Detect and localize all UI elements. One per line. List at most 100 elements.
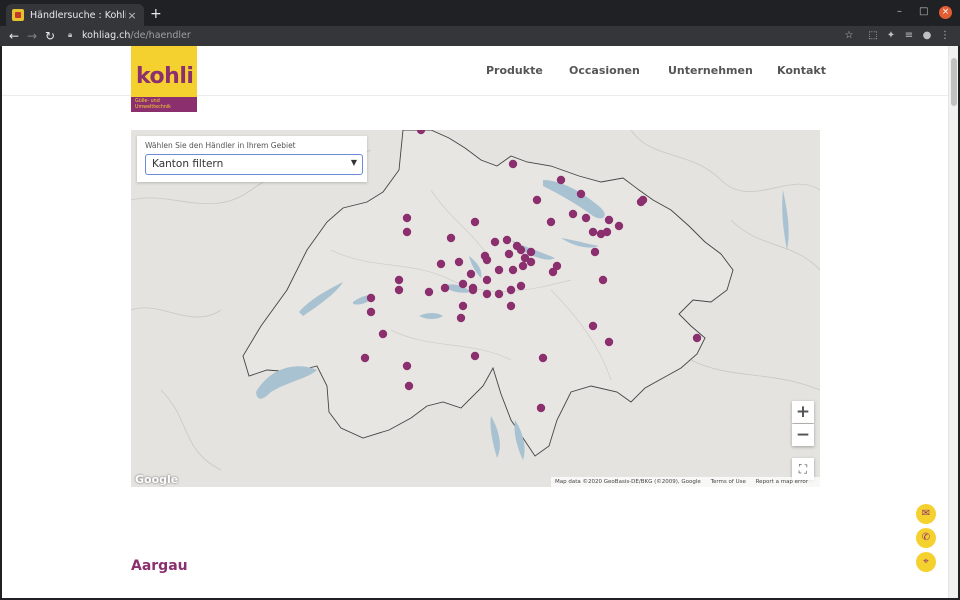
dealer-marker[interactable] bbox=[402, 361, 412, 371]
dealer-marker[interactable] bbox=[440, 283, 450, 293]
tab-title: Händlersuche : Kohli AG bbox=[30, 9, 126, 21]
new-tab-button[interactable]: + bbox=[150, 6, 162, 22]
dealer-marker[interactable] bbox=[506, 285, 516, 295]
dealer-marker[interactable] bbox=[532, 195, 542, 205]
nav-produkte[interactable]: Produkte bbox=[486, 64, 543, 77]
bookmark-star-icon[interactable]: ☆ bbox=[842, 29, 856, 43]
nav-occasionen[interactable]: Occasionen bbox=[569, 64, 640, 77]
dealer-marker[interactable] bbox=[458, 279, 468, 289]
nav-unternehmen[interactable]: Unternehmen bbox=[668, 64, 753, 77]
forward-icon[interactable]: → bbox=[24, 28, 40, 44]
dealer-marker[interactable] bbox=[394, 285, 404, 295]
screenshot-icon[interactable]: ⬚ bbox=[866, 29, 880, 43]
maximize-button[interactable]: □ bbox=[919, 6, 928, 17]
url-text: kohliag.ch/de/haendler bbox=[82, 30, 191, 41]
mail-icon[interactable]: ✉ bbox=[916, 504, 936, 524]
dealer-marker[interactable] bbox=[536, 403, 546, 413]
logo-word: kohli bbox=[136, 64, 194, 89]
dealer-marker[interactable] bbox=[588, 321, 598, 331]
media-icon[interactable]: ≡ bbox=[902, 29, 916, 43]
dealer-marker[interactable] bbox=[516, 281, 526, 291]
dealer-marker[interactable] bbox=[576, 189, 586, 199]
phone-icon[interactable]: ✆ bbox=[916, 528, 936, 548]
address-bar[interactable]: 🔒︎ kohliag.ch/de/haendler bbox=[62, 28, 862, 44]
dealer-marker[interactable] bbox=[366, 293, 376, 303]
browser-tab[interactable]: Händlersuche : Kohli AG × bbox=[6, 4, 144, 26]
dealer-marker[interactable] bbox=[508, 159, 518, 169]
reload-icon[interactable]: ↻ bbox=[42, 28, 58, 44]
dealer-marker[interactable] bbox=[458, 301, 468, 311]
dealer-marker[interactable] bbox=[456, 313, 466, 323]
dealer-marker[interactable] bbox=[588, 227, 598, 237]
dealer-marker[interactable] bbox=[402, 213, 412, 223]
dealer-marker[interactable] bbox=[404, 381, 414, 391]
dealer-marker[interactable] bbox=[402, 227, 412, 237]
dealer-marker[interactable] bbox=[468, 285, 478, 295]
dealer-marker[interactable] bbox=[556, 175, 566, 185]
window-close-button[interactable]: × bbox=[939, 6, 952, 19]
dealer-marker[interactable] bbox=[518, 261, 528, 271]
dealer-marker[interactable] bbox=[482, 275, 492, 285]
dealer-marker[interactable] bbox=[366, 307, 376, 317]
dealer-marker[interactable] bbox=[506, 301, 516, 311]
logo-sub-2: Umwelttechnik bbox=[135, 104, 171, 110]
dealer-marker[interactable] bbox=[466, 269, 476, 279]
page-viewport: kohli Gülle- und Umwelttechnik Produkte … bbox=[2, 46, 958, 598]
dealer-marker[interactable] bbox=[494, 289, 504, 299]
dealer-marker[interactable] bbox=[568, 209, 578, 219]
terms-link[interactable]: Terms of Use bbox=[711, 479, 746, 485]
dealer-marker[interactable] bbox=[504, 249, 514, 259]
dealer-marker[interactable] bbox=[470, 217, 480, 227]
dealer-marker[interactable] bbox=[526, 257, 536, 267]
dealer-marker[interactable] bbox=[424, 287, 434, 297]
dealer-marker[interactable] bbox=[636, 197, 646, 207]
chevron-down-icon: ▼ bbox=[350, 158, 357, 167]
dealer-marker[interactable] bbox=[482, 255, 492, 265]
page-scrollbar[interactable] bbox=[948, 46, 958, 598]
dealer-marker[interactable] bbox=[516, 245, 526, 255]
dealer-marker[interactable] bbox=[490, 237, 500, 247]
dealer-marker[interactable] bbox=[360, 353, 370, 363]
extensions-icon[interactable]: ✦ bbox=[884, 29, 898, 43]
dealer-marker[interactable] bbox=[614, 221, 624, 231]
map-canvas[interactable] bbox=[131, 130, 820, 487]
dealer-marker[interactable] bbox=[598, 275, 608, 285]
dealer-marker[interactable] bbox=[548, 267, 558, 277]
dealer-marker[interactable] bbox=[526, 247, 536, 257]
dealer-marker[interactable] bbox=[446, 233, 456, 243]
dealer-marker[interactable] bbox=[508, 265, 518, 275]
canton-select[interactable]: Kanton filtern ▼ bbox=[145, 154, 363, 175]
nav-kontakt[interactable]: Kontakt bbox=[777, 64, 826, 77]
filter-label: Wählen Sie den Händler in Ihrem Gebiet bbox=[145, 141, 296, 150]
menu-icon[interactable]: ⋮ bbox=[938, 29, 952, 43]
dealer-marker[interactable] bbox=[482, 289, 492, 299]
dealer-marker[interactable] bbox=[454, 257, 464, 267]
dealer-marker[interactable] bbox=[581, 213, 591, 223]
zoom-in-button[interactable]: + bbox=[792, 401, 814, 423]
dealer-marker[interactable] bbox=[502, 235, 512, 245]
dealer-marker[interactable] bbox=[494, 265, 504, 275]
dealer-map[interactable]: Wählen Sie den Händler in Ihrem Gebiet K… bbox=[131, 130, 820, 487]
dealer-marker[interactable] bbox=[546, 217, 556, 227]
dealer-marker[interactable] bbox=[590, 247, 600, 257]
dealer-marker[interactable] bbox=[692, 333, 702, 343]
zoom-out-button[interactable]: − bbox=[792, 424, 814, 446]
back-icon[interactable]: ← bbox=[6, 28, 22, 44]
dealer-marker[interactable] bbox=[604, 215, 614, 225]
dealer-marker[interactable] bbox=[538, 353, 548, 363]
dealer-marker[interactable] bbox=[378, 329, 388, 339]
location-icon[interactable]: ⌖ bbox=[916, 552, 936, 572]
kohli-logo[interactable]: kohli Gülle- und Umwelttechnik bbox=[131, 46, 197, 112]
dealer-marker[interactable] bbox=[436, 259, 446, 269]
report-error-link[interactable]: Report a map error bbox=[756, 479, 808, 485]
dealer-marker[interactable] bbox=[596, 229, 606, 239]
dealer-marker[interactable] bbox=[394, 275, 404, 285]
browser-tabbar: Händlersuche : Kohli AG × + – □ × bbox=[0, 0, 960, 26]
scroll-thumb[interactable] bbox=[951, 58, 957, 106]
google-logo[interactable]: Google bbox=[135, 473, 178, 486]
tab-close-icon[interactable]: × bbox=[126, 9, 138, 22]
dealer-marker[interactable] bbox=[604, 337, 614, 347]
dealer-marker[interactable] bbox=[470, 351, 480, 361]
profile-icon[interactable]: ● bbox=[920, 29, 934, 43]
minimize-button[interactable]: – bbox=[897, 6, 902, 17]
